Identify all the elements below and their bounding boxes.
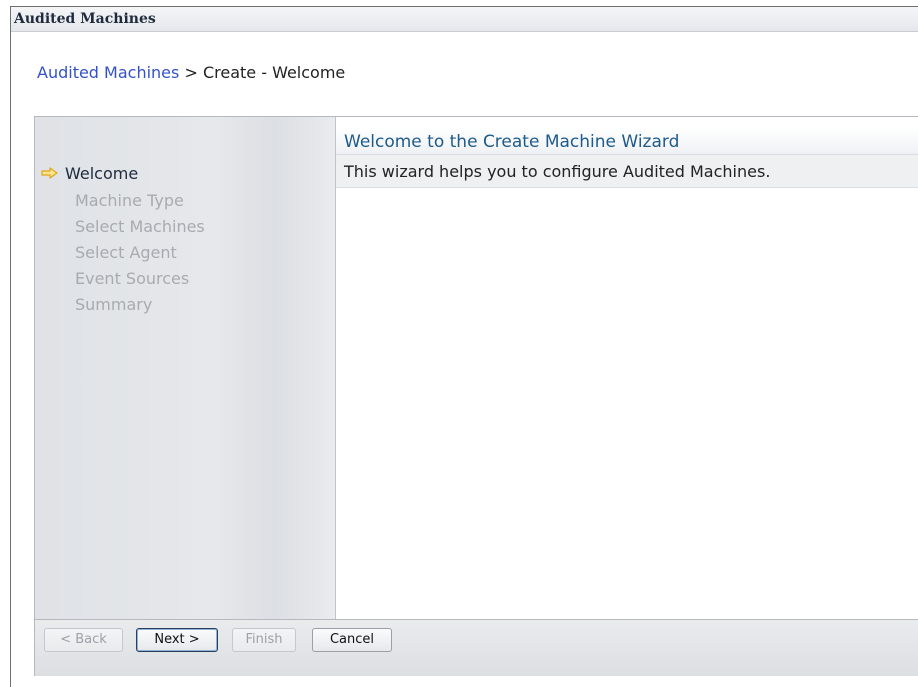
panel-titlebar: Audited Machines: [11, 7, 918, 32]
wizard-step-label: Select Agent: [75, 243, 177, 262]
next-button[interactable]: Next >: [136, 628, 218, 652]
finish-button[interactable]: Finish: [232, 628, 296, 652]
breadcrumb-link-audited-machines[interactable]: Audited Machines: [37, 63, 179, 82]
wizard-content-description: This wizard helps you to configure Audit…: [344, 162, 771, 181]
wizard-step-welcome: Welcome: [41, 164, 138, 183]
wizard-step-select-agent: Select Agent: [75, 243, 177, 262]
breadcrumb: Audited Machines > Create - Welcome: [37, 63, 345, 82]
wizard-step-machine-type: Machine Type: [75, 191, 184, 210]
panel-title: Audited Machines: [14, 11, 156, 27]
wizard-content-header: Welcome to the Create Machine Wizard: [336, 128, 918, 155]
wizard-step-label: Summary: [75, 295, 153, 314]
wizard-step-label: Welcome: [65, 164, 139, 183]
back-button[interactable]: < Back: [44, 628, 123, 652]
wizard-step-label: Machine Type: [75, 191, 184, 210]
wizard-content-description-row: This wizard helps you to configure Audit…: [336, 155, 918, 188]
wizard-steps-sidebar: Welcome Machine Type Select Machines Sel…: [35, 117, 336, 619]
breadcrumb-separator: >: [184, 63, 198, 82]
create-machine-wizard: Welcome Machine Type Select Machines Sel…: [34, 116, 918, 676]
cancel-button[interactable]: Cancel: [312, 628, 392, 652]
wizard-step-event-sources: Event Sources: [75, 269, 189, 288]
wizard-content: Welcome to the Create Machine Wizard Thi…: [336, 117, 918, 619]
wizard-content-title: Welcome to the Create Machine Wizard: [344, 132, 680, 152]
wizard-step-label: Select Machines: [75, 217, 205, 236]
wizard-step-summary: Summary: [75, 295, 152, 314]
breadcrumb-current: Create - Welcome: [202, 63, 346, 82]
right-arrow-icon: [41, 164, 65, 183]
wizard-button-bar: < Back Next > Finish Cancel: [35, 619, 918, 676]
wizard-step-select-machines: Select Machines: [75, 217, 205, 236]
audited-machines-panel: Audited Machines Audited Machines > Crea…: [10, 6, 918, 687]
wizard-step-label: Event Sources: [75, 269, 190, 288]
